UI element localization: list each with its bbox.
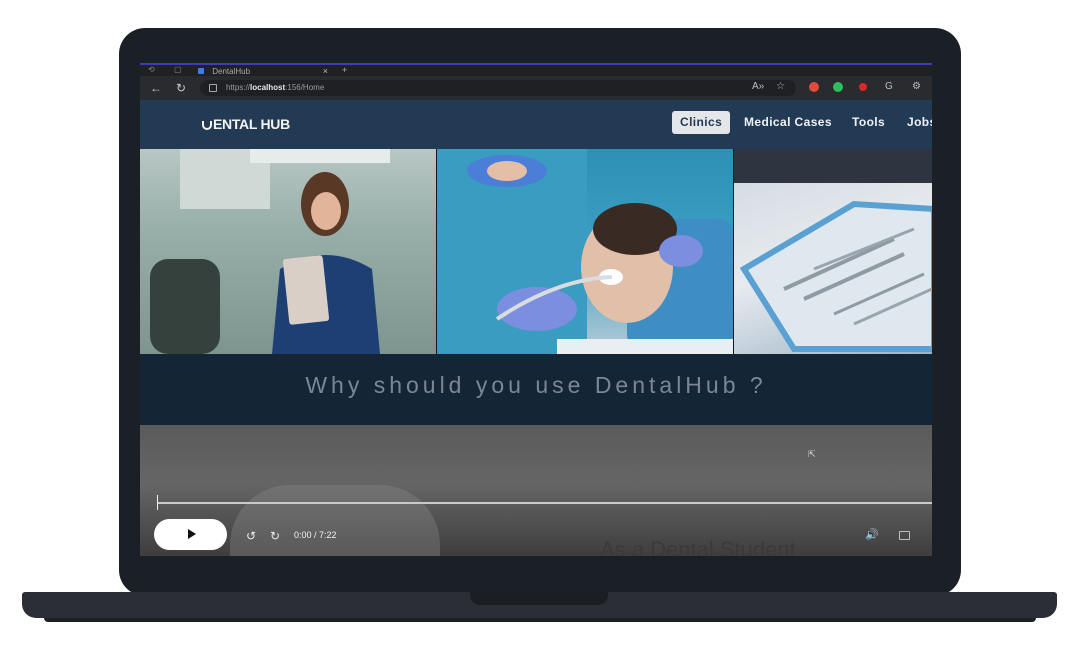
browser-toolbar: ← ↻ https://localhost:156/Home A» ☆ G ⚙ xyxy=(140,76,932,100)
nav-medical-cases[interactable]: Medical Cases xyxy=(744,111,832,134)
nav-tools[interactable]: Tools xyxy=(852,111,885,134)
adblock-extension-icon[interactable] xyxy=(859,83,867,91)
address-bar[interactable]: https://localhost:156/Home xyxy=(200,80,796,96)
captions-icon[interactable] xyxy=(899,531,910,540)
new-tab-button[interactable]: + xyxy=(342,65,347,75)
laptop-base-shadow xyxy=(44,618,1036,622)
laptop-notch xyxy=(470,592,608,605)
site-favicon-icon xyxy=(198,68,204,74)
dentist-woman-illustration xyxy=(150,149,390,354)
refresh-icon[interactable]: ↻ xyxy=(176,81,186,95)
url-text: https://localhost:156/Home xyxy=(226,83,325,92)
video-caption: As a Dental Student xyxy=(600,537,796,556)
settings-icon[interactable]: ⚙ xyxy=(912,81,921,92)
copilot-icon[interactable]: G xyxy=(885,81,893,92)
mouse-cursor-icon: ⇱ xyxy=(808,449,816,459)
hero-image-dental-tools xyxy=(734,149,932,354)
video-scrubber-handle[interactable] xyxy=(157,495,158,510)
patient-treatment-illustration xyxy=(437,149,733,354)
dentalhub-logo[interactable]: ENTAL HUB xyxy=(202,116,290,132)
video-player[interactable]: ⇱ As a Dental Student ↺ ↻ 0:00 / 7:22 🔊 xyxy=(140,425,932,556)
tooth-icon xyxy=(202,121,212,130)
hero-image-dentist-woman xyxy=(140,149,436,354)
nav-jobs[interactable]: Jobs xyxy=(907,111,932,134)
play-button[interactable] xyxy=(154,519,227,550)
hero-image-strip xyxy=(140,149,932,354)
dental-tools-illustration xyxy=(734,149,932,352)
extension-icon[interactable] xyxy=(809,82,819,92)
grammar-extension-icon[interactable] xyxy=(833,82,843,92)
back-arrow-icon[interactable]: ← xyxy=(150,81,162,95)
tab-actions-icon[interactable]: ▢ xyxy=(174,65,182,74)
video-time: 0:00 / 7:22 xyxy=(294,530,337,540)
logo-text: ENTAL HUB xyxy=(213,116,290,132)
lock-icon xyxy=(209,84,217,92)
tab-title: DentalHub xyxy=(212,67,251,76)
browser-tab-strip: ⟲ ▢ DentalHub × + xyxy=(140,63,932,76)
rewind-10-icon[interactable]: ↺ xyxy=(246,529,256,543)
hero-image-patient-treatment xyxy=(437,149,733,354)
volume-icon[interactable]: 🔊 xyxy=(865,528,879,541)
video-thumbnail-people xyxy=(230,485,440,556)
workspaces-icon[interactable]: ⟲ xyxy=(148,65,155,74)
forward-10-icon[interactable]: ↻ xyxy=(270,529,280,543)
favorite-star-icon[interactable]: ☆ xyxy=(776,81,785,92)
laptop-screen: ⟲ ▢ DentalHub × + ← ↻ https://localhost:… xyxy=(140,63,932,556)
read-aloud-icon[interactable]: A» xyxy=(752,81,764,92)
site-navbar: ENTAL HUB Clinics Medical Cases Tools Jo… xyxy=(140,100,932,149)
video-progress-bar[interactable] xyxy=(158,502,932,504)
play-icon xyxy=(188,529,196,539)
why-heading: Why should you use DentalHub ? xyxy=(305,372,767,398)
why-section: Why should you use DentalHub ? xyxy=(140,354,932,425)
nav-clinics[interactable]: Clinics xyxy=(672,111,731,134)
